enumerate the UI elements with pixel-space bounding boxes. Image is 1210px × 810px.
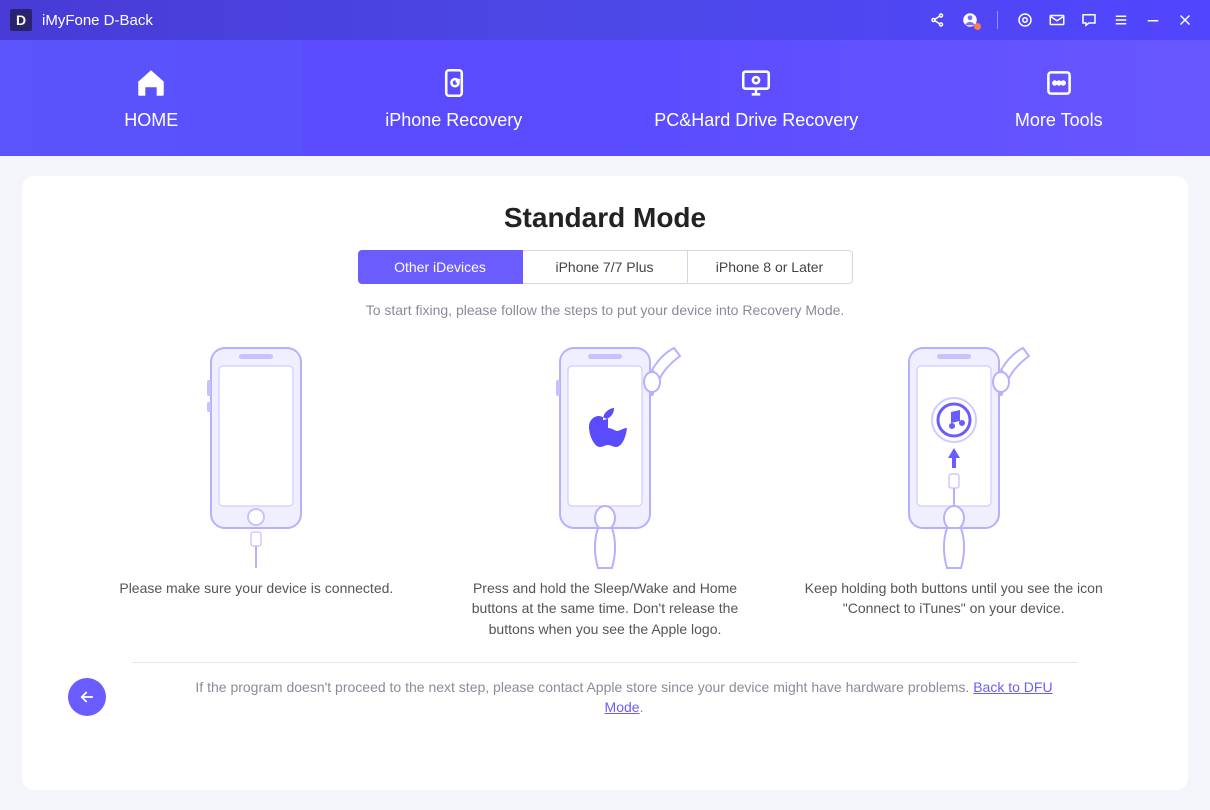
- card-footer: If the program doesn't proceed to the ne…: [42, 663, 1168, 718]
- nav-iphone-recovery[interactable]: iPhone Recovery: [303, 40, 606, 156]
- content-area: Standard Mode Other iDevices iPhone 7/7 …: [0, 156, 1210, 810]
- footer-note: If the program doesn't proceed to the ne…: [106, 677, 1142, 718]
- app-title: iMyFone D-Back: [42, 12, 153, 29]
- minimize-icon[interactable]: [1144, 11, 1162, 29]
- footer-suffix: .: [640, 699, 644, 715]
- feedback-icon[interactable]: [1080, 11, 1098, 29]
- phone-connected-illustration: [151, 340, 361, 570]
- mail-icon[interactable]: [1048, 11, 1066, 29]
- back-button[interactable]: [68, 678, 106, 716]
- phone-itunes-illustration: [849, 340, 1059, 570]
- user-icon[interactable]: [961, 11, 979, 29]
- home-icon: [134, 66, 168, 100]
- steps-row: Please make sure your device is connecte…: [102, 340, 1108, 658]
- titlebar-icons: [929, 11, 1204, 29]
- tab-iphone-8-plus[interactable]: iPhone 8 or Later: [688, 250, 853, 284]
- step-2: Press and hold the Sleep/Wake and Home b…: [451, 340, 760, 658]
- main-nav: HOME iPhone Recovery PC&Hard Drive Recov…: [0, 40, 1210, 156]
- nav-home-label: HOME: [124, 110, 178, 131]
- step-3-caption: Keep holding both buttons until you see …: [799, 578, 1108, 658]
- device-tabs: Other iDevices iPhone 7/7 Plus iPhone 8 …: [42, 250, 1168, 284]
- instruction-text: To start fixing, please follow the steps…: [42, 302, 1168, 318]
- more-icon: [1042, 66, 1076, 100]
- step-2-caption: Press and hold the Sleep/Wake and Home b…: [451, 578, 760, 658]
- nav-more-tools-label: More Tools: [1015, 110, 1103, 131]
- titlebar-divider: [997, 11, 998, 29]
- menu-icon[interactable]: [1112, 11, 1130, 29]
- nav-pc-recovery[interactable]: PC&Hard Drive Recovery: [605, 40, 908, 156]
- nav-pc-recovery-label: PC&Hard Drive Recovery: [654, 110, 858, 131]
- footer-prefix: If the program doesn't proceed to the ne…: [195, 679, 973, 695]
- phone-refresh-icon: [437, 66, 471, 100]
- phone-hold-buttons-illustration: [500, 340, 710, 570]
- share-icon[interactable]: [929, 11, 947, 29]
- page-heading: Standard Mode: [42, 202, 1168, 234]
- monitor-icon: [739, 66, 773, 100]
- nav-more-tools[interactable]: More Tools: [908, 40, 1210, 156]
- step-3: Keep holding both buttons until you see …: [799, 340, 1108, 658]
- step-1-caption: Please make sure your device is connecte…: [119, 578, 393, 658]
- window-titlebar: D iMyFone D-Back: [0, 0, 1210, 40]
- tab-other-idevices[interactable]: Other iDevices: [358, 250, 523, 284]
- main-card: Standard Mode Other iDevices iPhone 7/7 …: [22, 176, 1188, 790]
- tab-iphone-7[interactable]: iPhone 7/7 Plus: [523, 250, 688, 284]
- nav-home[interactable]: HOME: [0, 40, 303, 156]
- step-1: Please make sure your device is connecte…: [102, 340, 411, 658]
- close-icon[interactable]: [1176, 11, 1194, 29]
- app-logo: D: [10, 9, 32, 31]
- settings-icon[interactable]: [1016, 11, 1034, 29]
- nav-iphone-recovery-label: iPhone Recovery: [385, 110, 522, 131]
